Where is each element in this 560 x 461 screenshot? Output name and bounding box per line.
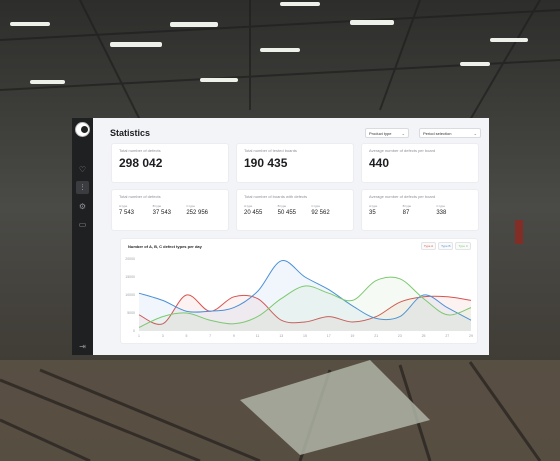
x-tick-label: 3 xyxy=(162,334,164,338)
sub-label: B type xyxy=(277,204,287,208)
x-tick-label: 5 xyxy=(185,334,187,338)
breakdown-label: Total number of boards with defects xyxy=(244,194,308,199)
sub-value: 92 562 xyxy=(311,210,330,216)
x-tick-label: 13 xyxy=(279,334,283,338)
kpi-card-total-defects: Total number of defects 298 042 xyxy=(111,143,229,183)
sub-label: A type xyxy=(119,204,128,208)
defects-chart-card: Number of A, B, C defect types per day T… xyxy=(120,238,478,344)
x-tick-label: 25 xyxy=(422,334,426,338)
sub-value: 20 455 xyxy=(244,210,263,216)
x-tick-label: 9 xyxy=(233,334,235,338)
x-tick-label: 29 xyxy=(469,334,473,338)
sub-label: C type xyxy=(186,204,195,208)
x-tick-label: 27 xyxy=(445,334,449,338)
x-tick-label: 23 xyxy=(398,334,402,338)
sub-label: A type xyxy=(244,204,253,208)
sub-item-a: A type 20 455 xyxy=(244,204,278,216)
sub-value: 87 xyxy=(402,210,410,216)
sub-item-c: C type 338 xyxy=(436,204,470,216)
sub-item-c: C type 252 956 xyxy=(186,204,220,216)
sub-label: C type xyxy=(436,204,445,208)
logout-icon[interactable]: ⇥ xyxy=(76,340,89,353)
chevron-down-icon: ⌄ xyxy=(401,130,405,136)
settings-icon[interactable]: ⚙ xyxy=(76,200,89,213)
breakdown-card-defects: Total number of defects A type 7 543 B ty… xyxy=(111,189,229,231)
x-tick-label: 21 xyxy=(374,334,378,338)
period-select[interactable]: Period selection ⌄ xyxy=(419,128,481,138)
y-tick-label: 20000 xyxy=(125,257,135,261)
x-tick-label: 1 xyxy=(138,334,140,338)
kpi-value: 298 042 xyxy=(119,156,163,170)
product-type-select[interactable]: Product type ⌄ xyxy=(365,128,409,138)
breakdown-label: Total number of defects xyxy=(119,194,161,199)
sub-item-b: B type 37 543 xyxy=(153,204,187,216)
folder-icon[interactable]: ▭ xyxy=(76,218,89,231)
breakdown-card-boards: Total number of boards with defects A ty… xyxy=(236,189,354,231)
sub-label: B type xyxy=(152,204,162,208)
product-type-label: Product type xyxy=(369,130,392,136)
x-tick-label: 11 xyxy=(256,334,260,338)
period-label: Period selection xyxy=(423,130,452,136)
sub-item-b: B type 50 455 xyxy=(278,204,312,216)
sub-label: B type xyxy=(402,204,412,208)
sub-label: A type xyxy=(369,204,378,208)
x-tick-label: 19 xyxy=(350,334,354,338)
x-tick-label: 17 xyxy=(327,334,331,338)
x-tick-label: 15 xyxy=(303,334,307,338)
y-tick-label: 0 xyxy=(133,329,135,333)
kpi-card-tested-boards: Total number of tested boards 190 435 xyxy=(236,143,354,183)
sub-value: 252 956 xyxy=(186,210,209,216)
sub-value: 338 xyxy=(436,210,447,216)
sub-item-a: A type 35 xyxy=(369,204,403,216)
kpi-value: 440 xyxy=(369,156,390,170)
sub-item-c: C type 92 562 xyxy=(311,204,345,216)
sub-value: 7 543 xyxy=(119,210,135,216)
kpi-value: 190 435 xyxy=(244,156,288,170)
y-tick-label: 10000 xyxy=(125,293,135,297)
kpi-card-avg-defects: Average number of defects per board 440 xyxy=(361,143,479,183)
defects-chart: 050001000015000200001 3 5 7 9 11 13 15 17 19 21 23 2… xyxy=(125,257,473,338)
header: Statistics Product type ⌄ Period selecti… xyxy=(110,126,481,140)
sidebar: ♡ ⫶ ⚙ ▭ ⇥ xyxy=(72,118,93,355)
page-title: Statistics xyxy=(110,128,151,138)
sub-item-b: B type 87 xyxy=(403,204,437,216)
sub-value: 37 543 xyxy=(152,210,172,216)
sub-value: 50 455 xyxy=(277,210,297,216)
breakdown-card-average: Average number of defects per board A ty… xyxy=(361,189,479,231)
x-tick-label: 7 xyxy=(209,334,211,338)
kpi-label: Total number of defects xyxy=(119,148,161,153)
app-logo[interactable] xyxy=(75,122,90,137)
sub-item-a: A type 7 543 xyxy=(119,204,153,216)
chart-icon[interactable]: ⫶ xyxy=(76,181,89,194)
kpi-label: Average number of defects per board xyxy=(369,148,436,153)
y-tick-label: 5000 xyxy=(127,311,135,315)
chevron-down-icon: ⌄ xyxy=(473,130,477,136)
breakdown-label: Average number of defects per board xyxy=(369,194,436,199)
sub-label: C type xyxy=(311,204,320,208)
sub-value: 35 xyxy=(369,210,376,216)
kpi-label: Total number of tested boards xyxy=(244,148,297,153)
home-icon[interactable]: ♡ xyxy=(76,163,89,176)
y-tick-label: 15000 xyxy=(125,275,135,279)
